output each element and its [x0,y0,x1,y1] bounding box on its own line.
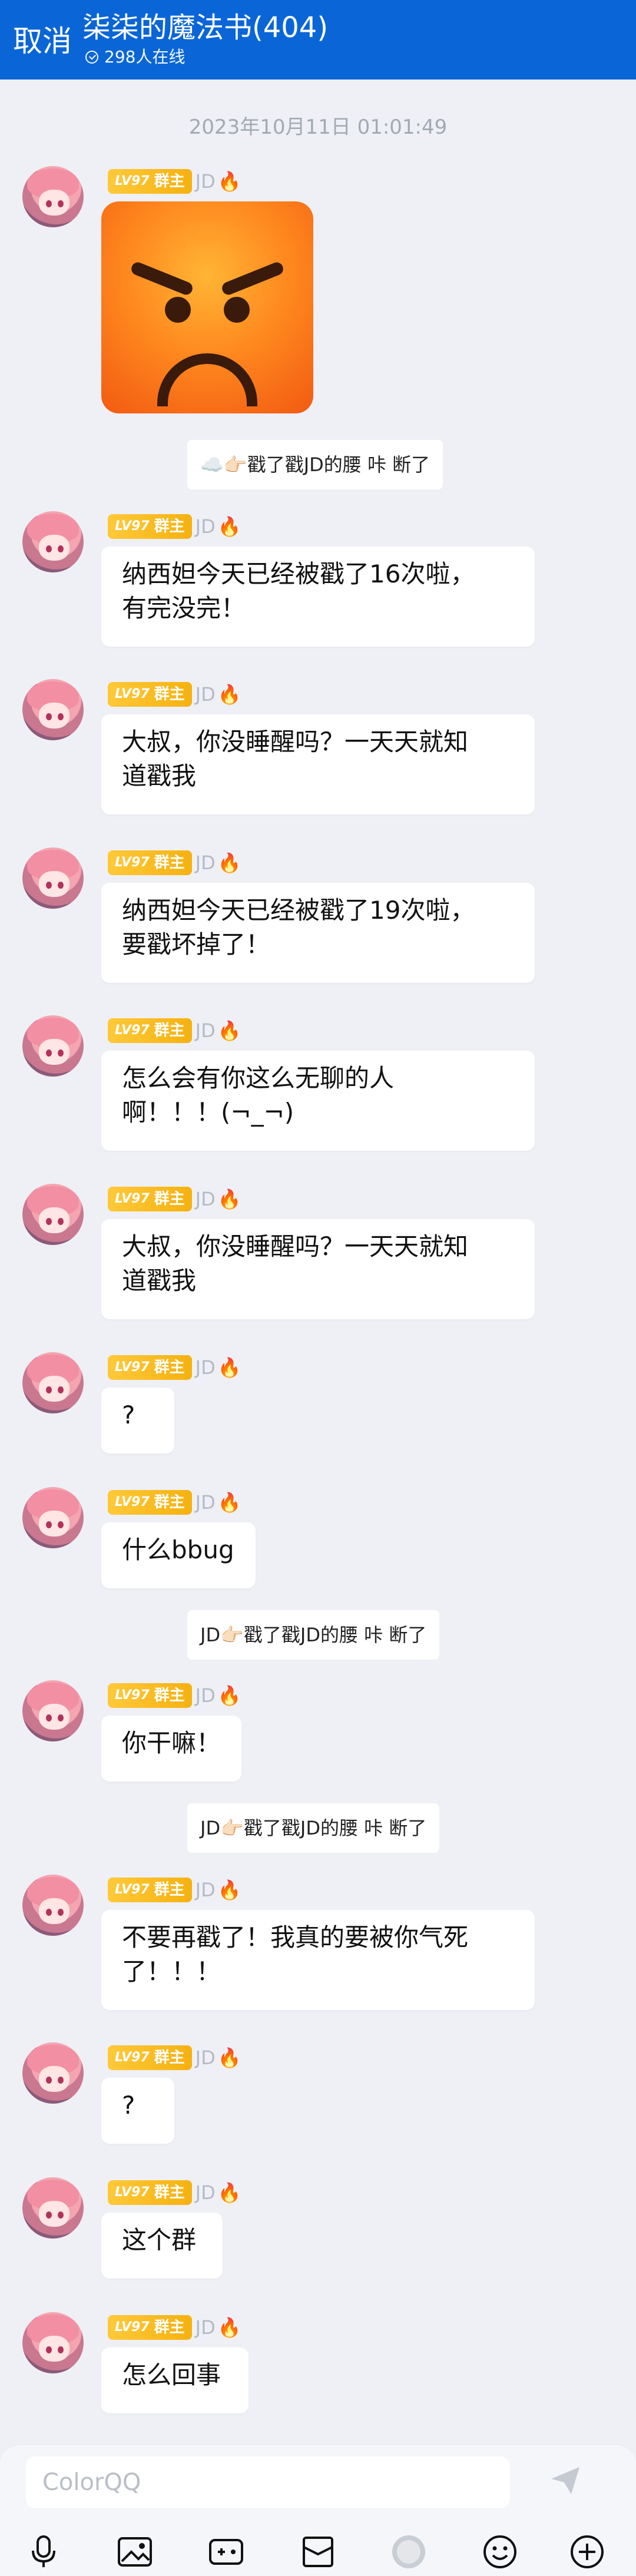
message-timestamp: 2023年10月11日 01:01:49 [188,115,448,139]
fire-icon: 🔥 [217,2316,241,2339]
avatar[interactable] [22,847,84,909]
fire-icon: 🔥 [217,1019,241,1042]
game-icon[interactable] [207,2533,245,2571]
online-check-icon [85,51,98,64]
sender-name[interactable]: JD [196,2316,216,2339]
fire-icon: 🔥 [217,1879,241,1901]
online-status: 298人在线 [85,47,185,67]
chat-title[interactable]: 柒柒的魔法书(404) [82,11,328,45]
message-bubble[interactable]: 你干嘛！ [101,1716,241,1782]
sender-name[interactable]: JD [196,1019,216,1042]
message-bubble[interactable]: 怎么回事 [101,2347,249,2413]
fire-icon: 🔥 [217,1491,241,1514]
send-icon[interactable] [548,2462,583,2498]
sender-name[interactable]: JD [196,1879,216,1901]
sender-name[interactable]: JD [196,2181,216,2204]
owner-badge: LV97 群主 [108,682,192,707]
fire-icon: 🔥 [217,2047,241,2069]
sender-name[interactable]: JD [196,170,216,193]
fire-icon: 🔥 [217,515,241,538]
emoji-icon[interactable] [481,2533,519,2571]
avatar[interactable] [22,2177,84,2239]
owner-badge: LV97 群主 [108,1187,192,1211]
avatar[interactable] [22,2312,84,2373]
owner-badge: LV97 群主 [108,1878,192,1902]
plus-icon[interactable] [568,2533,606,2571]
avatar[interactable] [22,679,84,740]
message-input[interactable]: ColorQQ [26,2456,510,2508]
avatar[interactable] [22,1352,84,1413]
message-bubble[interactable]: 不要再戳了！我真的要被你气死 了！！！ [101,1910,535,2010]
sender-name[interactable]: JD [196,852,216,874]
owner-badge: LV97 群主 [108,169,192,194]
image-icon[interactable] [116,2533,154,2571]
owner-badge: LV97 群主 [108,1490,192,1515]
fire-icon: 🔥 [217,170,241,193]
message-bubble[interactable]: 这个群 [101,2213,223,2279]
owner-badge: LV97 群主 [108,1355,192,1380]
avatar[interactable] [22,166,84,227]
composer-toolbar [0,2533,636,2574]
avatar[interactable] [22,1875,84,1936]
angry-face-sticker[interactable] [101,201,313,413]
system-notice: JD👉🏻戳了戳JD的腰 咔 断了 [187,1803,440,1853]
message-bubble[interactable]: ? [101,1388,174,1453]
sender-name[interactable]: JD [196,1684,216,1707]
owner-badge: LV97 群主 [108,2045,192,2070]
owner-badge: LV97 群主 [108,850,192,875]
avatar[interactable] [22,1487,84,1548]
message-bubble[interactable]: 怎么会有你这么无聊的人 啊！！！(¬_¬) [101,1051,535,1151]
sender-name[interactable]: JD [196,515,216,538]
box-icon[interactable] [299,2533,337,2571]
avatar[interactable] [22,1184,84,1245]
sender-name[interactable]: JD [196,2047,216,2069]
avatar-icon[interactable] [390,2533,428,2571]
chat-header: 取消 柒柒的魔法书(404) 298人在线 [0,0,636,80]
avatar[interactable] [22,511,84,572]
fire-icon: 🔥 [217,1356,241,1379]
cancel-button[interactable]: 取消 [13,24,72,59]
fire-icon: 🔥 [217,852,241,874]
message-bubble[interactable]: ? [101,2078,174,2144]
message-bubble[interactable]: 什么bbug [101,1522,256,1588]
owner-badge: LV97 群主 [108,2180,192,2205]
sender-name[interactable]: JD [196,1491,216,1514]
fire-icon: 🔥 [217,683,241,706]
message-bubble[interactable]: 大叔，你没睡醒吗？一天天就知 道戳我 [101,1219,535,1319]
system-notice: ☁️👉🏻戳了戳JD的腰 咔 断了 [187,440,443,489]
sender-name[interactable]: JD [196,1356,216,1379]
fire-icon: 🔥 [217,2181,241,2204]
message-bubble[interactable]: 纳西妲今天已经被戳了16次啦， 有完没完！ [101,547,535,647]
fire-icon: 🔥 [217,1188,241,1210]
sender-name[interactable]: JD [196,1188,216,1210]
composer: ColorQQ [0,2444,636,2576]
sender-name[interactable]: JD [196,683,216,706]
owner-badge: LV97 群主 [108,1683,192,1708]
avatar[interactable] [22,1680,84,1741]
mic-icon[interactable] [25,2533,62,2571]
system-notice: JD👉🏻戳了戳JD的腰 咔 断了 [187,1610,440,1660]
message-bubble[interactable]: 大叔，你没睡醒吗？一天天就知 道戳我 [101,714,535,814]
message-bubble[interactable]: 纳西妲今天已经被戳了19次啦， 要戳坏掉了！ [101,883,535,983]
online-count: 298人在线 [104,47,186,67]
avatar[interactable] [22,1015,84,1077]
owner-badge: LV97 群主 [108,514,192,539]
fire-icon: 🔥 [217,1684,241,1707]
owner-badge: LV97 群主 [108,2315,192,2340]
owner-badge: LV97 群主 [108,1018,192,1043]
avatar[interactable] [22,2042,84,2104]
sender-meta: LV97 群主 JD 🔥 [108,167,241,196]
